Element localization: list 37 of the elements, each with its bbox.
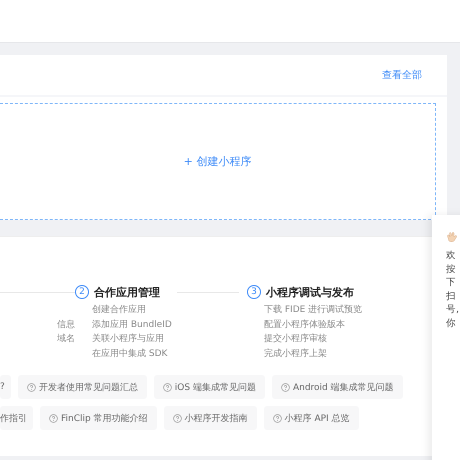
step-item: 关联小程序与应用 [92, 332, 164, 346]
step-title: 小程序调试与发布 [266, 284, 354, 300]
welcome-text: 下 [446, 276, 457, 290]
faq-chip[interactable]: 开发者使用常见问题汇总 [18, 375, 147, 399]
step-title: 合作应用管理 [94, 284, 160, 300]
faq-chip[interactable]: 小程序开发指南 [164, 406, 257, 430]
faq-chip[interactable]: 小程序 API 总览 [264, 406, 359, 430]
step-item: 信息 [57, 318, 75, 332]
welcome-text: 欢 [446, 249, 457, 262]
step-item: 配置小程序体验版本 [264, 318, 345, 332]
help-icon [162, 382, 172, 392]
welcome-text: 你 [446, 316, 457, 330]
step-item: 域名 [57, 332, 75, 346]
step-item: 完成小程序上架 [264, 348, 327, 360]
step-item: 提交小程序审核 [264, 332, 327, 346]
step-item: 下载 FIDE 进行调试预览 [264, 304, 362, 317]
help-icon [49, 414, 58, 422]
faq-chip[interactable]: 作指引 [0, 406, 33, 430]
faq-chip[interactable]: ? [0, 375, 11, 399]
help-icon [280, 382, 290, 392]
create-mini-program-button[interactable]: + 创建小程序 [180, 152, 256, 171]
step-number: 2 [75, 285, 89, 299]
view-all-link[interactable]: 查看全部 [382, 68, 422, 82]
welcome-text: 扫 [446, 290, 457, 303]
welcome-text: 号, [446, 303, 460, 316]
faq-chip[interactable]: Android 端集成常见问题 [272, 375, 403, 399]
welcome-text: 按 [446, 262, 457, 276]
faq-chip[interactable]: iOS 端集成常见问题 [154, 375, 265, 399]
step-number: 3 [247, 285, 261, 299]
step-item: 在应用中集成 SDK [92, 348, 168, 360]
help-icon [272, 414, 282, 422]
step-item: 添加应用 BundleID [92, 318, 172, 332]
help-icon [172, 414, 182, 422]
help-icon [26, 382, 36, 392]
faq-chip[interactable]: FinClip 常用功能介绍 [40, 406, 157, 430]
step-item: 创建合作应用 [92, 304, 146, 317]
waving-hand-icon [446, 231, 458, 243]
